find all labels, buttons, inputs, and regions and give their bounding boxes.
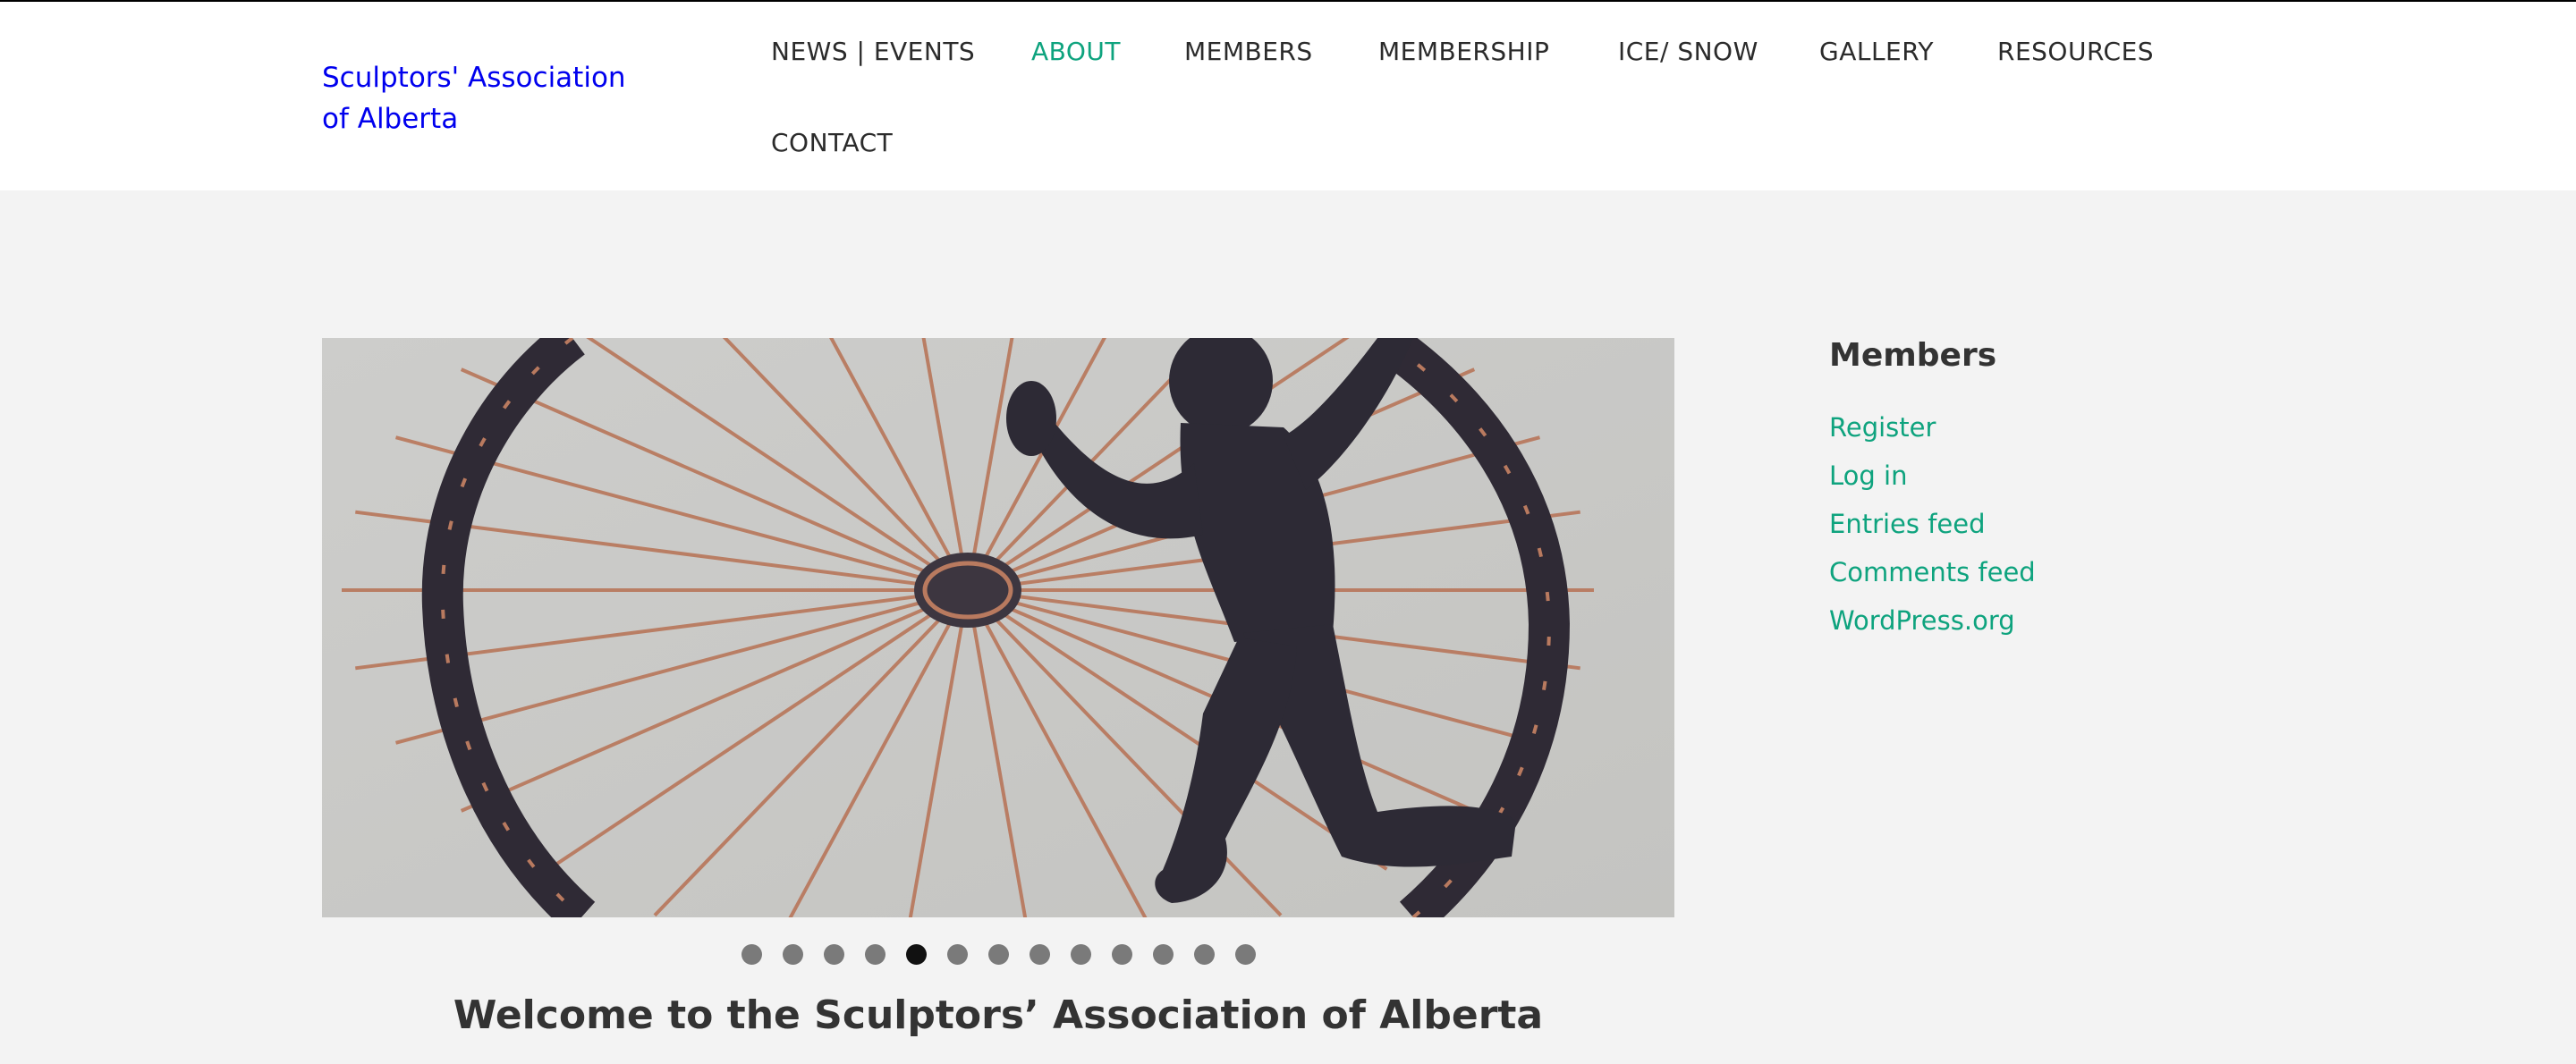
slider-dot[interactable] bbox=[741, 944, 762, 965]
register-link[interactable]: Register bbox=[1829, 412, 1936, 443]
nav-item-about[interactable]: ABOUT bbox=[1031, 34, 1121, 70]
slider-dot[interactable] bbox=[1071, 944, 1091, 965]
slider-dot[interactable] bbox=[988, 944, 1009, 965]
slider-dot[interactable] bbox=[1112, 944, 1132, 965]
list-item: Log in bbox=[1829, 456, 2036, 504]
nav-item-members[interactable]: MEMBERS bbox=[1184, 34, 1313, 70]
list-item: Entries feed bbox=[1829, 504, 2036, 553]
slide-image-sculpture bbox=[322, 338, 1674, 917]
wordpress-org-link[interactable]: WordPress.org bbox=[1829, 605, 2015, 636]
nav-item-gallery[interactable]: GALLERY bbox=[1819, 34, 1934, 70]
nav-item-contact[interactable]: CONTACT bbox=[771, 125, 893, 161]
nav-item-resources[interactable]: RESOURCES bbox=[1997, 34, 2154, 70]
welcome-heading: Welcome to the Sculptors’ Association of… bbox=[453, 992, 1544, 1038]
widget-title: Members bbox=[1829, 337, 1997, 374]
list-item: Comments feed bbox=[1829, 553, 2036, 601]
slider-dot[interactable] bbox=[783, 944, 803, 965]
list-item: WordPress.org bbox=[1829, 601, 2036, 649]
slider-dot[interactable] bbox=[865, 944, 886, 965]
slider-dot[interactable] bbox=[1030, 944, 1050, 965]
nav-item-ice-snow[interactable]: ICE/ SNOW bbox=[1618, 34, 1758, 70]
image-slider[interactable] bbox=[322, 338, 1674, 917]
comments-feed-link[interactable]: Comments feed bbox=[1829, 557, 2036, 587]
members-links-list: Register Log in Entries feed Comments fe… bbox=[1829, 408, 2036, 649]
site-header: Sculptors' Association of Alberta NEWS |… bbox=[0, 2, 2576, 190]
slider-dot[interactable] bbox=[1235, 944, 1256, 965]
nav-item-news-events[interactable]: NEWS | EVENTS bbox=[771, 34, 975, 70]
slider-pagination bbox=[0, 944, 2576, 966]
slider-dot[interactable] bbox=[824, 944, 844, 965]
nav-item-membership[interactable]: MEMBERSHIP bbox=[1378, 34, 1549, 70]
site-title-link[interactable]: Sculptors' Association of Alberta bbox=[322, 57, 644, 139]
slider-dot[interactable] bbox=[1153, 944, 1174, 965]
list-item: Register bbox=[1829, 408, 2036, 456]
slider-dot[interactable] bbox=[906, 944, 927, 965]
entries-feed-link[interactable]: Entries feed bbox=[1829, 509, 1986, 539]
log-in-link[interactable]: Log in bbox=[1829, 460, 1907, 491]
slider-dot[interactable] bbox=[947, 944, 968, 965]
slider-dot[interactable] bbox=[1194, 944, 1215, 965]
